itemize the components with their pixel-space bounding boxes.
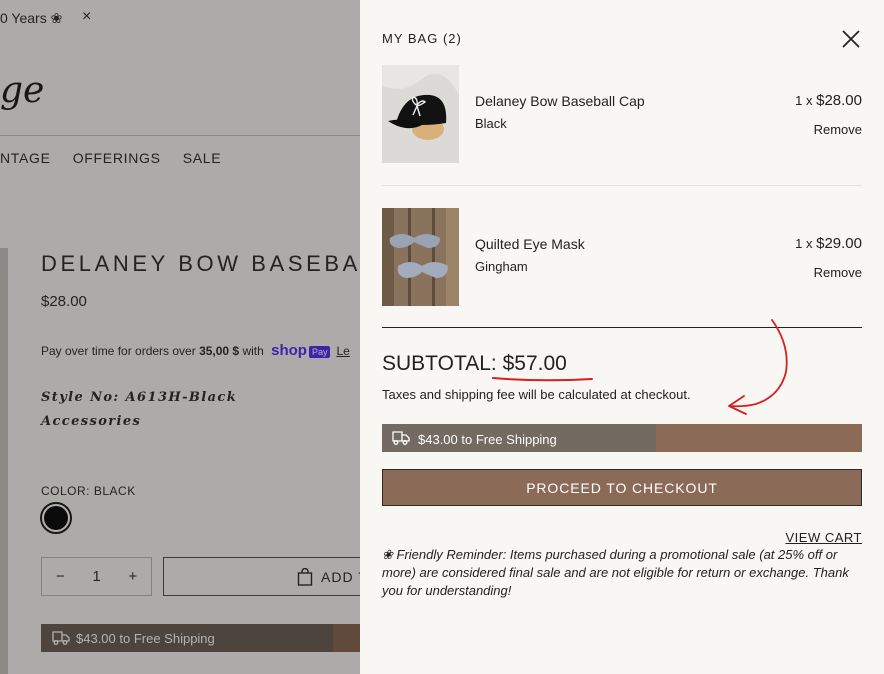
remove-item-button[interactable]: Remove — [814, 265, 862, 280]
item-variant: Black — [475, 116, 507, 131]
item-price: 1 x $28.00 — [795, 92, 862, 109]
view-cart-link[interactable]: VIEW CART — [786, 530, 863, 545]
item-variant: Gingham — [475, 259, 528, 274]
delivery-truck-icon — [392, 431, 410, 445]
item-name[interactable]: Delaney Bow Baseball Cap — [475, 93, 645, 109]
cart-drawer: MY BAG (2) Delaney Bow Baseball Cap Blac… — [360, 0, 884, 674]
item-amount: $29.00 — [816, 235, 862, 252]
cart-item: Quilted Eye Mask Gingham 1 x $29.00 Remo… — [382, 208, 862, 306]
red-arrowhead — [728, 395, 747, 415]
item-qty: 1 x — [795, 93, 813, 108]
red-arrow — [729, 319, 788, 408]
cart-item: Delaney Bow Baseball Cap Black 1 x $28.0… — [382, 65, 862, 163]
checkout-button[interactable]: PROCEED TO CHECKOUT — [382, 469, 862, 506]
free-shipping-bar: $43.00 to Free Shipping — [382, 424, 862, 452]
item-amount: $28.00 — [816, 92, 862, 109]
modal-overlay[interactable] — [0, 0, 360, 674]
subtotal-label: SUBTOTAL: — [382, 352, 497, 375]
remove-item-button[interactable]: Remove — [814, 122, 862, 137]
close-icon[interactable] — [840, 28, 862, 50]
tax-note: Taxes and shipping fee will be calculate… — [382, 387, 691, 402]
baseball-cap-image — [382, 65, 459, 163]
subtotal: SUBTOTAL: $57.00 — [382, 352, 567, 376]
red-underline — [492, 377, 593, 382]
item-name[interactable]: Quilted Eye Mask — [475, 236, 585, 252]
promo-reminder: ❀ Friendly Reminder: Items purchased dur… — [382, 547, 849, 598]
subtotal-value: $57.00 — [502, 352, 567, 375]
item-price: 1 x $29.00 — [795, 235, 862, 252]
item-divider — [382, 185, 862, 186]
item-image-eye-mask[interactable] — [382, 208, 459, 306]
subtotal-divider — [382, 327, 862, 328]
cart-title: MY BAG (2) — [382, 31, 462, 46]
shipping-text: $43.00 to Free Shipping — [418, 432, 557, 447]
item-image-baseball-cap[interactable] — [382, 65, 459, 163]
eye-mask-image — [382, 208, 459, 306]
item-qty: 1 x — [795, 236, 813, 251]
